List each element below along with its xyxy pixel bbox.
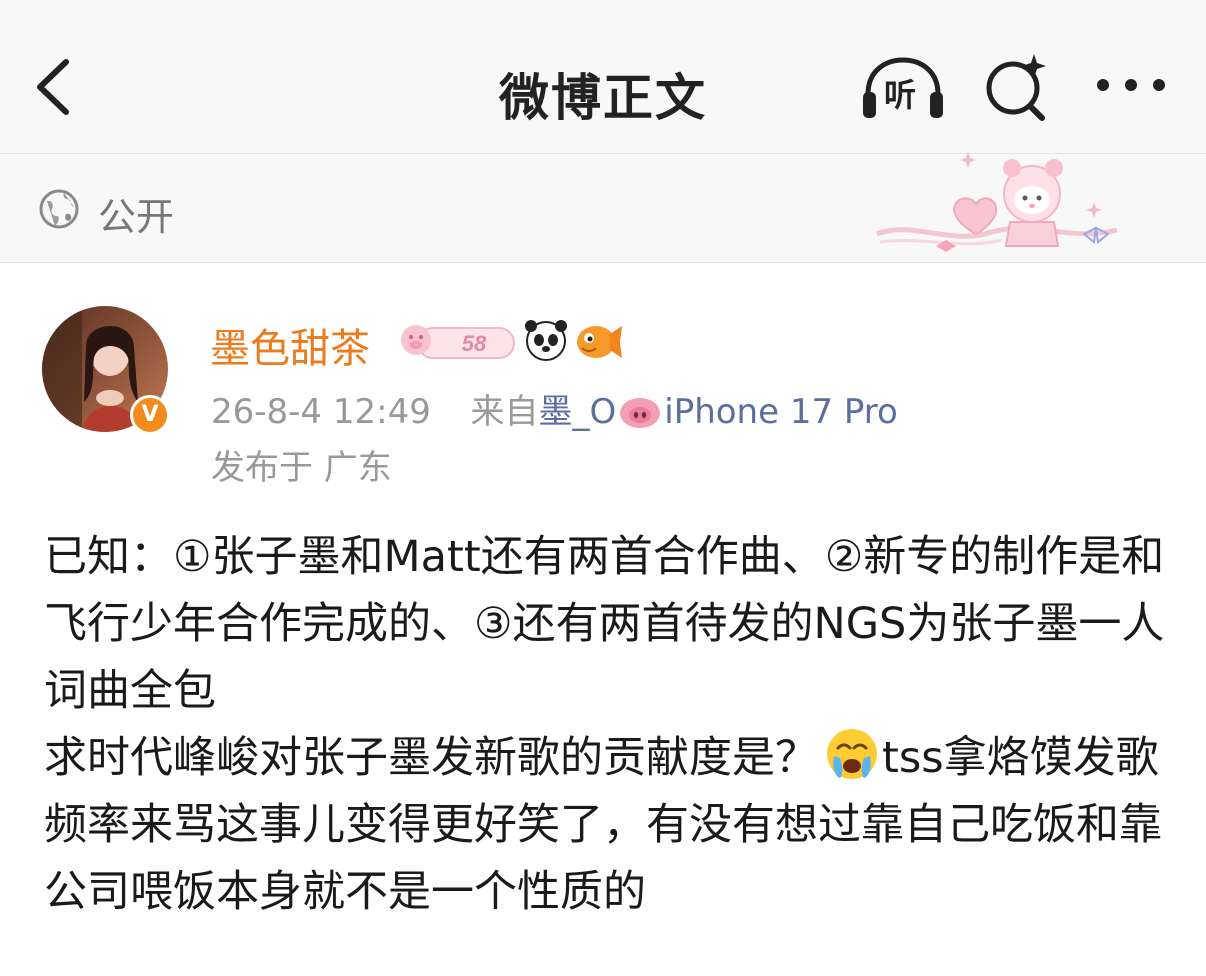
post-location: 发布于 广东	[211, 448, 392, 488]
post-paragraph: 求时代峰峻对张子墨发新歌的贡献度是？ tss拿烙馍发歌频率来骂这事儿变得更好笑了…	[44, 725, 1174, 926]
verified-badge: V	[130, 395, 170, 435]
panda-icon	[525, 320, 567, 361]
post-body: 已知：①张子墨和Matt还有两首合作曲、②新专的制作是和飞行少年合作完成的、③还…	[44, 524, 1174, 926]
post-timestamp: 26-8-4 12:49	[211, 392, 431, 432]
crying-emoji-icon	[827, 729, 877, 779]
source-name[interactable]: 墨_O	[538, 392, 616, 432]
post-meta: 26-8-4 12:49 来自墨_O iPhone 17 Pro	[211, 384, 898, 433]
fan-level-number: 58	[462, 331, 487, 356]
more-icon[interactable]	[1094, 70, 1168, 100]
fish-icon	[577, 326, 622, 358]
post-text-segment: 求时代峰峻对张子墨发新歌的贡献度是？	[44, 733, 818, 783]
listen-label: 听	[884, 76, 917, 114]
visibility-label: 公开	[98, 195, 175, 239]
author-badges: 58	[401, 320, 622, 361]
source-prefix: 来自	[470, 392, 539, 432]
post-paragraph: 已知：①张子墨和Matt还有两首合作曲、②新专的制作是和飞行少年合作完成的、③还…	[44, 532, 1165, 716]
decoration-illustration	[876, 152, 1118, 252]
pig-icon	[620, 398, 661, 428]
author-name[interactable]: 墨色甜茶	[210, 316, 370, 374]
search-sparkle-icon[interactable]	[982, 52, 1052, 122]
fan-level-badge: 58	[401, 325, 515, 359]
globe-icon	[39, 189, 79, 229]
source-device[interactable]: iPhone 17 Pro	[664, 392, 898, 432]
